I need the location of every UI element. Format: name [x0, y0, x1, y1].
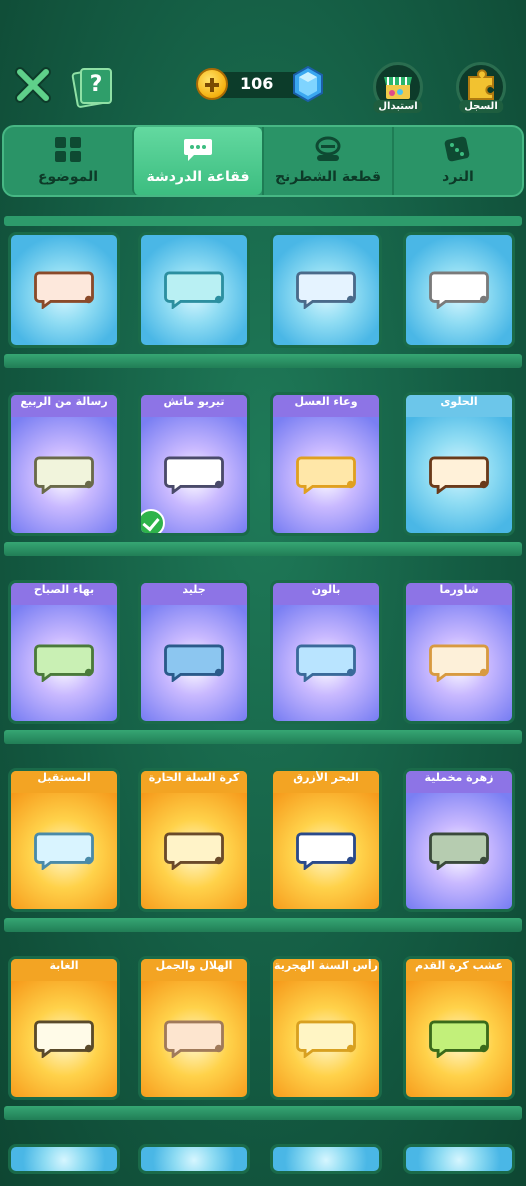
chat-bubble-item[interactable]: البحر الأزرق: [270, 768, 382, 912]
chat-bubble-preview-icon: [429, 271, 489, 309]
chat-bubble-item[interactable]: [270, 232, 382, 348]
chat-bubble-preview-icon: [429, 456, 489, 495]
item-title: تيربو ماتش: [141, 395, 247, 417]
chat-bubble-preview-icon: [164, 1020, 224, 1059]
chat-bubble-preview-icon: [429, 644, 489, 683]
item-title: المستقبل: [11, 771, 117, 793]
chat-bubble-preview-icon: [164, 456, 224, 495]
chat-bubble-preview-icon: [34, 1020, 94, 1059]
item-title: وعاء العسل: [273, 395, 379, 417]
item-title: الحلوى: [406, 395, 512, 417]
chat-bubble-item[interactable]: كرة السلة الحارة: [138, 768, 250, 912]
chat-bubble-item[interactable]: [403, 232, 515, 348]
item-title: جليد: [141, 583, 247, 605]
chat-bubble-item[interactable]: [270, 1144, 382, 1174]
chat-bubble-preview-icon: [296, 832, 356, 871]
chat-bubble-preview-icon: [296, 1020, 356, 1059]
chat-bubble-item[interactable]: جليد: [138, 580, 250, 724]
item-title: رسالة من الربيع: [11, 395, 117, 417]
chat-bubble-preview-icon: [34, 644, 94, 683]
chat-bubble-item[interactable]: شاورما: [403, 580, 515, 724]
chat-bubble-item[interactable]: الحلوى: [403, 392, 515, 536]
chat-bubble-item[interactable]: بهاء الصباح: [8, 580, 120, 724]
chat-bubble-item[interactable]: الهلال والجمل: [138, 956, 250, 1100]
item-title: البحر الأزرق: [273, 771, 379, 793]
chat-bubble-item[interactable]: زهرة مخملية: [403, 768, 515, 912]
chat-bubble-preview-icon: [34, 271, 94, 309]
chat-bubble-item[interactable]: [403, 1144, 515, 1174]
chat-bubble-preview-icon: [164, 271, 224, 309]
chat-bubble-item[interactable]: عشب كرة القدم: [403, 956, 515, 1100]
selected-check-icon: [141, 509, 165, 533]
chat-bubble-item[interactable]: رسالة من الربيع: [8, 392, 120, 536]
chat-bubble-item[interactable]: [138, 232, 250, 348]
chat-bubble-item[interactable]: [138, 1144, 250, 1174]
item-title: شاورما: [406, 583, 512, 605]
item-title: الغابة: [11, 959, 117, 981]
chat-bubble-preview-icon: [296, 456, 356, 495]
chat-bubble-preview-icon: [164, 832, 224, 871]
item-title: زهرة مخملية: [406, 771, 512, 793]
item-title: بالون: [273, 583, 379, 605]
item-title: بهاء الصباح: [11, 583, 117, 605]
chat-bubble-item[interactable]: الغابة: [8, 956, 120, 1100]
chat-bubble-preview-icon: [429, 832, 489, 871]
chat-bubble-preview-icon: [296, 644, 356, 683]
chat-bubble-item[interactable]: المستقبل: [8, 768, 120, 912]
chat-bubble-item[interactable]: وعاء العسل: [270, 392, 382, 536]
chat-bubble-preview-icon: [34, 832, 94, 871]
bubble-grid: الحلوى وعاء العسل تيربو ماتش رسالة من الربي…: [0, 0, 526, 1186]
item-title: كرة السلة الحارة: [141, 771, 247, 793]
shelf: [4, 354, 522, 368]
shelf: [4, 730, 522, 744]
chat-bubble-item[interactable]: [8, 1144, 120, 1174]
shelf: [4, 918, 522, 932]
item-title: رأس السنة الهجرية: [273, 959, 379, 981]
chat-bubble-preview-icon: [296, 271, 356, 309]
chat-bubble-item[interactable]: تيربو ماتش: [138, 392, 250, 536]
chat-bubble-preview-icon: [164, 644, 224, 683]
shelf: [4, 1106, 522, 1120]
chat-bubble-preview-icon: [429, 1020, 489, 1059]
item-title: الهلال والجمل: [141, 959, 247, 981]
chat-bubble-item[interactable]: رأس السنة الهجرية: [270, 956, 382, 1100]
item-title: عشب كرة القدم: [406, 959, 512, 981]
chat-bubble-item[interactable]: [8, 232, 120, 348]
shelf: [4, 542, 522, 556]
chat-bubble-item[interactable]: بالون: [270, 580, 382, 724]
chat-bubble-preview-icon: [34, 456, 94, 495]
